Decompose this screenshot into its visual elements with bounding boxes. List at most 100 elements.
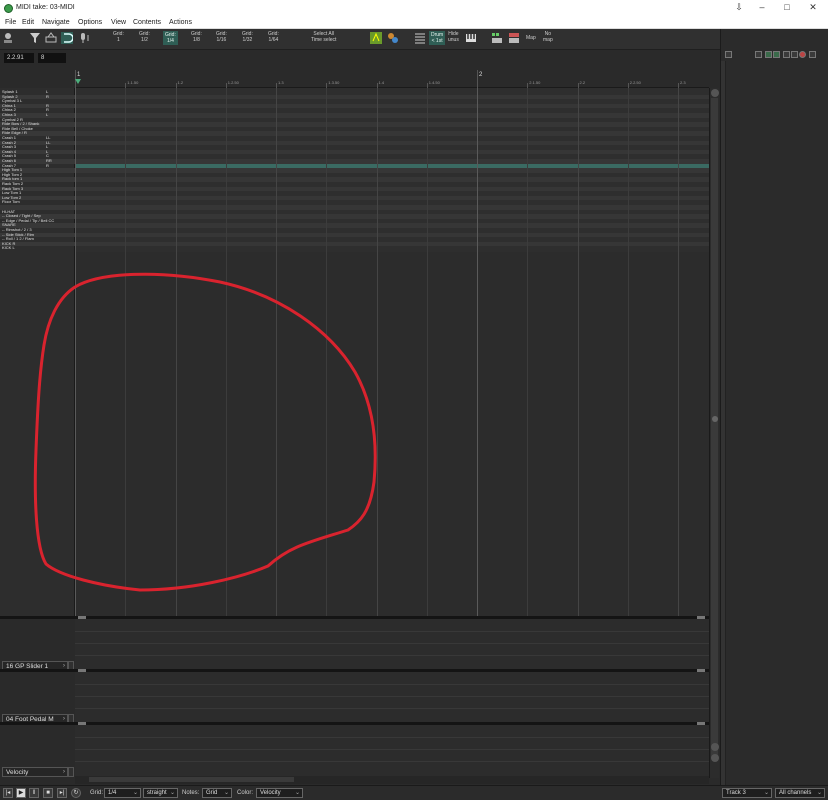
ruler-label: 1.4.50 [428,80,440,85]
record-arm-icon[interactable] [799,51,806,58]
scroll-mid-handle[interactable] [712,416,718,422]
cc-lane-select[interactable]: Velocity › [2,767,68,777]
track-io-button[interactable] [783,51,790,58]
note-name-label: Cymbal 2 R [2,117,23,122]
color-mode-select[interactable]: Velocity ⌄ [256,788,303,798]
note-name-label: HI-HAT [2,209,16,214]
note-name-label: High Tom 2 [2,172,23,177]
pin-icon[interactable]: ⇩ [731,2,747,14]
vertical-scrollbar[interactable] [709,88,719,778]
maximize-button[interactable]: □ [779,2,795,14]
track-phase-button[interactable] [809,51,816,58]
menu-edit[interactable]: Edit [22,19,34,26]
note-length-field[interactable]: 8 [38,53,66,63]
menu-file[interactable]: File [5,19,16,26]
go-to-end-button[interactable]: ▸| [57,788,67,798]
hide-unused-button[interactable]: Hide unus [448,31,459,43]
zoom-out-icon[interactable] [711,754,719,762]
track-fx-button[interactable] [791,51,798,58]
play-button[interactable]: ▶ [16,788,26,798]
map-button[interactable]: Map [526,35,536,41]
cc-lane-velocity-area[interactable] [75,725,709,776]
repeat-icon[interactable]: ↻ [71,788,81,798]
drum-mode-button[interactable]: Drum < 1st [429,31,446,45]
track-box[interactable] [755,51,762,58]
menu-contents[interactable]: Contents [133,19,161,26]
note-name-row[interactable]: KICK L [0,246,75,251]
lane-resize-handle[interactable] [697,722,705,725]
grid-1-8-button[interactable]: Grid: 1/8 [191,31,202,43]
note-name-label: SNARE [2,223,16,228]
cc-lane-slider-area[interactable] [75,619,709,669]
grid-1-button[interactable]: Grid: 1 [113,31,124,43]
notes-label: Notes: [182,790,200,796]
piano-keys-icon[interactable] [465,32,477,44]
no-map-button[interactable]: No map [543,31,553,43]
note-name-label: Ride Bell / Choke [2,126,33,131]
menu-actions[interactable]: Actions [169,19,192,26]
track-icon[interactable] [3,32,15,44]
close-button[interactable]: ✕ [805,2,821,14]
step-input-icon[interactable] [79,32,91,44]
quantize-icon[interactable] [45,32,57,44]
notes-length-select[interactable]: Grid ⌄ [202,788,232,798]
channel-select[interactable]: All channels ⌄ [775,788,825,798]
scroll-up-icon[interactable] [711,89,719,97]
menu-view[interactable]: View [111,19,126,26]
note-name-label: Rack tom 1 [2,177,23,182]
ruler-label: 1.4 [378,80,385,85]
list-view-icon[interactable] [414,32,426,44]
lane-resize-handle[interactable] [78,722,86,725]
horizontal-scroll-thumb[interactable] [89,777,294,782]
stop-button[interactable]: ■ [43,788,53,798]
note-grid[interactable] [75,88,709,616]
note-rows-icon[interactable] [491,32,503,44]
playhead-marker-icon[interactable] [75,79,81,84]
grid-1-2-button[interactable]: Grid: 1/2 [139,31,150,43]
minimize-button[interactable]: – [754,2,770,14]
note-name-label: Low Tom 2 [2,195,22,200]
lane-resize-handle[interactable] [78,669,86,672]
pause-button[interactable]: ‖ [29,788,39,798]
menu-bar: File Edit Navigate Options View Contents… [0,17,828,29]
track-env-swatch[interactable] [773,51,780,58]
lane-resize-handle[interactable] [697,669,705,672]
note-name-label: KICK R [2,241,16,246]
note-name-label: Rack Tom 2 [2,182,24,186]
menu-navigate[interactable]: Navigate [42,19,70,26]
reaper-app-icon [4,4,13,13]
note-name-label: Low Tom 1 [2,191,22,196]
grid-line [477,88,478,616]
snap-icon[interactable] [61,32,73,44]
note-name-label: China 1 [2,103,16,108]
filter-icon[interactable] [29,32,41,44]
grid-line [326,88,328,616]
track-select[interactable]: Track 3 ⌄ [722,788,772,798]
track-list-scroll[interactable] [721,61,726,791]
cc-lane-foot-pedal-area[interactable] [75,672,709,722]
drum-kit-icon[interactable] [387,32,399,44]
go-to-start-button[interactable]: |◂ [3,788,13,798]
lane-resize-handle[interactable] [697,616,705,619]
grid-1-16-button[interactable]: Grid: 1/16 [216,31,227,43]
vertical-scroll-thumb[interactable] [711,98,718,758]
map-icon[interactable] [508,32,520,44]
zoom-in-icon[interactable] [711,743,719,751]
color-notes-icon[interactable] [370,32,382,44]
select-all-button[interactable]: Select All Time select [311,31,336,43]
track-color-swatch[interactable] [765,51,772,58]
grid-division-select[interactable]: 1/4 ⌄ [104,788,141,798]
grid-1-32-button[interactable]: Grid: 1/32 [242,31,253,43]
timeline-ruler[interactable]: 1 1.1.50 1.2 1.2.50 1.3 1.3.50 1.4 1.4.50 2 2.1.5… [75,70,709,88]
cc-lane-options-button[interactable] [68,767,74,777]
horizontal-scrollbar[interactable] [75,776,709,784]
lane-resize-handle[interactable] [78,616,86,619]
note-lane[interactable] [75,246,709,251]
note-name-label: Crash 1 [2,136,17,140]
track-toggle[interactable] [725,51,732,58]
menu-options[interactable]: Options [78,19,102,26]
cursor-position-field[interactable]: 2.2.91 [4,53,34,63]
grid-1-64-button[interactable]: Grid: 1/64 [268,31,279,43]
grid-1-4-button[interactable]: Grid: 1/4 [163,31,178,45]
grid-type-select[interactable]: straight ⌄ [143,788,178,798]
